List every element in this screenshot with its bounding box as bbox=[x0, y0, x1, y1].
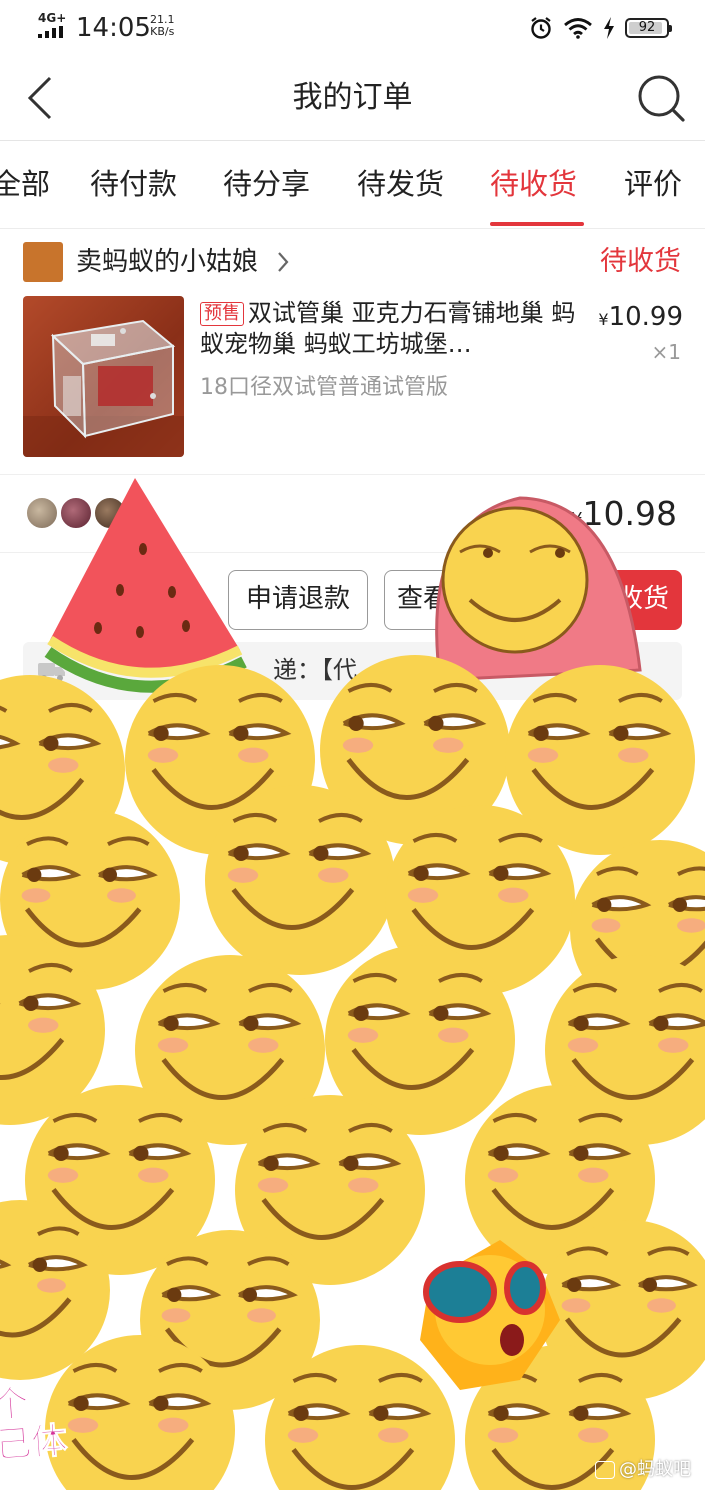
status-icons: 92 bbox=[529, 14, 672, 42]
alarm-icon bbox=[531, 17, 551, 39]
divider bbox=[0, 552, 705, 553]
request-refund-button[interactable]: 申请退款 bbox=[228, 570, 368, 630]
wifi-icon bbox=[564, 18, 592, 39]
order-tabs: 全部 待付款 待分享 待发货 待收货 评价 bbox=[0, 140, 705, 229]
product-title-text: 双试管巢 亚克力石膏铺地巢 蚂蚁宠物巢 蚂蚁工坊城堡… bbox=[200, 299, 576, 358]
product-quantity: ×1 bbox=[651, 340, 681, 364]
acrylic-nest-image bbox=[23, 319, 184, 457]
order-card: 卖蚂蚁的小姑娘 待收货 预售 双试管巢 亚克力石膏铺地巢 蚂蚁宠物巢 蚂蚁工坊城堡… bbox=[0, 228, 705, 1490]
search-button[interactable] bbox=[635, 72, 687, 124]
unit-price: ¥10.99 bbox=[598, 300, 683, 337]
tab-pending-receipt[interactable]: 待收货 bbox=[490, 164, 577, 204]
order-total: ¥10.98 bbox=[571, 492, 677, 542]
order-total-value: 10.98 bbox=[582, 494, 677, 533]
order-total-currency: ¥ bbox=[571, 509, 583, 530]
truck-icon bbox=[38, 663, 65, 681]
header: 我的订单 bbox=[0, 58, 705, 141]
status-bar: 4G+ 14:05 21.1 KB/s 92 bbox=[0, 0, 705, 58]
weibo-logo-icon bbox=[595, 1461, 615, 1479]
order-status: 待收货 bbox=[600, 246, 681, 277]
logistics-text: 递：【代 bbox=[273, 656, 357, 684]
clock: 14:05 bbox=[76, 13, 151, 43]
chevron-right-icon[interactable] bbox=[275, 250, 291, 274]
sticker-caption-text: 个 己体 bbox=[0, 1383, 69, 1467]
battery-icon: 92 bbox=[625, 18, 672, 38]
search-icon bbox=[638, 75, 685, 122]
tab-pending-payment[interactable]: 待付款 bbox=[90, 164, 177, 204]
network-type: 4G+ bbox=[38, 11, 67, 25]
page-title: 我的订单 bbox=[292, 80, 413, 115]
avatar bbox=[93, 496, 127, 530]
product-image[interactable] bbox=[23, 296, 184, 457]
avatar bbox=[25, 496, 59, 530]
network-speed: 21.1 KB/s bbox=[150, 14, 175, 38]
logistics-summary[interactable]: 递：【代 bbox=[23, 642, 682, 700]
charging-icon bbox=[604, 17, 614, 39]
divider bbox=[0, 474, 705, 475]
tab-pending-shipment[interactable]: 待发货 bbox=[357, 164, 444, 204]
unit-price-value: 10.99 bbox=[608, 302, 683, 332]
watermark-text: @蚂蚁吧 bbox=[619, 1459, 691, 1480]
product-title[interactable]: 预售 双试管巢 亚克力石膏铺地巢 蚂蚁宠物巢 蚂蚁工坊城堡… bbox=[200, 298, 580, 360]
battery-level: 92 bbox=[638, 20, 656, 35]
signal-icon bbox=[38, 26, 68, 38]
view-logistics-button[interactable]: 查看 bbox=[384, 570, 526, 630]
avatar bbox=[59, 496, 93, 530]
tab-all[interactable]: 全部 bbox=[0, 164, 50, 204]
active-tab-indicator bbox=[490, 222, 584, 226]
tab-pending-share[interactable]: 待分享 bbox=[223, 164, 310, 204]
presale-tag: 预售 bbox=[200, 302, 244, 326]
shop-name[interactable]: 卖蚂蚁的小姑娘 bbox=[76, 242, 258, 282]
network-speed-unit: KB/s bbox=[150, 25, 175, 38]
watermark: @蚂蚁吧 bbox=[595, 1458, 691, 1482]
confirm-receipt-button[interactable]: 收货 bbox=[542, 570, 682, 630]
unit-price-currency: ¥ bbox=[598, 310, 609, 329]
product-spec: 18口径双试管普通试管版 bbox=[200, 375, 448, 400]
sticker-caption: 个 己体 bbox=[0, 1380, 100, 1490]
shop-logo[interactable] bbox=[23, 242, 63, 282]
tab-review[interactable]: 评价 bbox=[624, 164, 682, 204]
